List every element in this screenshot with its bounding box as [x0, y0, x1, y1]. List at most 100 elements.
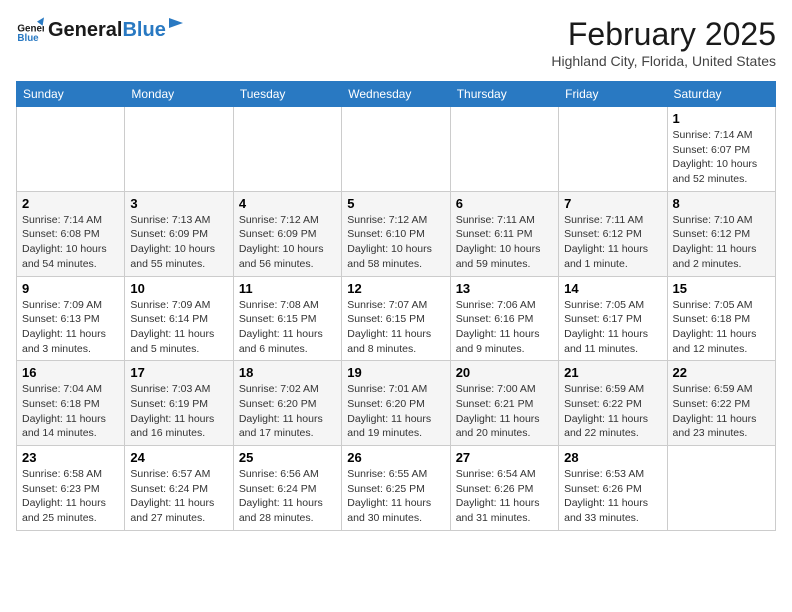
col-header-thursday: Thursday [450, 82, 558, 107]
day-info: Sunrise: 7:09 AM Sunset: 6:14 PM Dayligh… [130, 298, 227, 357]
day-number: 28 [564, 450, 661, 465]
day-cell: 11 Sunrise: 7:08 AM Sunset: 6:15 PM Dayli… [233, 276, 341, 361]
day-number: 11 [239, 281, 336, 296]
col-header-sunday: Sunday [17, 82, 125, 107]
day-cell [233, 107, 341, 192]
day-cell: 10 Sunrise: 7:09 AM Sunset: 6:14 PM Dayli… [125, 276, 233, 361]
day-info: Sunrise: 7:11 AM Sunset: 6:11 PM Dayligh… [456, 213, 553, 272]
day-number: 14 [564, 281, 661, 296]
day-info: Sunrise: 7:06 AM Sunset: 6:16 PM Dayligh… [456, 298, 553, 357]
day-cell: 21 Sunrise: 6:59 AM Sunset: 6:22 PM Dayli… [559, 361, 667, 446]
day-number: 4 [239, 196, 336, 211]
day-info: Sunrise: 7:14 AM Sunset: 6:07 PM Dayligh… [673, 128, 770, 187]
day-info: Sunrise: 7:13 AM Sunset: 6:09 PM Dayligh… [130, 213, 227, 272]
day-number: 16 [22, 365, 119, 380]
day-number: 2 [22, 196, 119, 211]
day-cell: 5 Sunrise: 7:12 AM Sunset: 6:10 PM Daylig… [342, 191, 450, 276]
day-cell: 2 Sunrise: 7:14 AM Sunset: 6:08 PM Daylig… [17, 191, 125, 276]
day-cell: 25 Sunrise: 6:56 AM Sunset: 6:24 PM Dayli… [233, 446, 341, 531]
day-cell: 22 Sunrise: 6:59 AM Sunset: 6:22 PM Dayli… [667, 361, 775, 446]
day-info: Sunrise: 6:56 AM Sunset: 6:24 PM Dayligh… [239, 467, 336, 526]
logo-general: General [48, 19, 122, 42]
day-info: Sunrise: 7:02 AM Sunset: 6:20 PM Dayligh… [239, 382, 336, 441]
day-info: Sunrise: 7:14 AM Sunset: 6:08 PM Dayligh… [22, 213, 119, 272]
day-number: 9 [22, 281, 119, 296]
day-number: 27 [456, 450, 553, 465]
day-cell [125, 107, 233, 192]
day-info: Sunrise: 6:59 AM Sunset: 6:22 PM Dayligh… [673, 382, 770, 441]
day-number: 17 [130, 365, 227, 380]
day-info: Sunrise: 7:04 AM Sunset: 6:18 PM Dayligh… [22, 382, 119, 441]
day-info: Sunrise: 7:05 AM Sunset: 6:17 PM Dayligh… [564, 298, 661, 357]
day-cell [559, 107, 667, 192]
day-number: 26 [347, 450, 444, 465]
day-cell: 12Sunrise: 7:07 AM Sunset: 6:15 PM Dayli… [342, 276, 450, 361]
day-info: Sunrise: 7:12 AM Sunset: 6:09 PM Dayligh… [239, 213, 336, 272]
week-row-4: 16 Sunrise: 7:04 AM Sunset: 6:18 PM Dayli… [17, 361, 776, 446]
day-info: Sunrise: 7:08 AM Sunset: 6:15 PM Dayligh… [239, 298, 336, 357]
day-info: Sunrise: 7:12 AM Sunset: 6:10 PM Dayligh… [347, 213, 444, 272]
day-info: Sunrise: 6:55 AM Sunset: 6:25 PM Dayligh… [347, 467, 444, 526]
title-block: February 2025 Highland City, Florida, Un… [551, 16, 776, 69]
logo-icon: General Blue [16, 16, 44, 44]
day-number: 21 [564, 365, 661, 380]
week-row-2: 2 Sunrise: 7:14 AM Sunset: 6:08 PM Daylig… [17, 191, 776, 276]
day-cell: 19 Sunrise: 7:01 AM Sunset: 6:20 PM Dayli… [342, 361, 450, 446]
day-number: 23 [22, 450, 119, 465]
day-info: Sunrise: 7:00 AM Sunset: 6:21 PM Dayligh… [456, 382, 553, 441]
day-cell [667, 446, 775, 531]
day-number: 18 [239, 365, 336, 380]
day-cell: 17 Sunrise: 7:03 AM Sunset: 6:19 PM Dayli… [125, 361, 233, 446]
day-cell: 20Sunrise: 7:00 AM Sunset: 6:21 PM Dayli… [450, 361, 558, 446]
day-info: Sunrise: 6:59 AM Sunset: 6:22 PM Dayligh… [564, 382, 661, 441]
month-title: February 2025 [551, 16, 776, 53]
day-cell: 9Sunrise: 7:09 AM Sunset: 6:13 PM Daylig… [17, 276, 125, 361]
day-number: 8 [673, 196, 770, 211]
day-number: 5 [347, 196, 444, 211]
day-number: 3 [130, 196, 227, 211]
day-number: 24 [130, 450, 227, 465]
day-info: Sunrise: 6:58 AM Sunset: 6:23 PM Dayligh… [22, 467, 119, 526]
day-number: 15 [673, 281, 770, 296]
day-info: Sunrise: 7:05 AM Sunset: 6:18 PM Dayligh… [673, 298, 770, 357]
day-cell: 15 Sunrise: 7:05 AM Sunset: 6:18 PM Dayli… [667, 276, 775, 361]
day-info: Sunrise: 6:53 AM Sunset: 6:26 PM Dayligh… [564, 467, 661, 526]
day-number: 7 [564, 196, 661, 211]
day-cell: 3 Sunrise: 7:13 AM Sunset: 6:09 PM Daylig… [125, 191, 233, 276]
day-number: 6 [456, 196, 553, 211]
day-cell: 23 Sunrise: 6:58 AM Sunset: 6:23 PM Dayli… [17, 446, 125, 531]
day-cell: 26 Sunrise: 6:55 AM Sunset: 6:25 PM Dayli… [342, 446, 450, 531]
calendar-header-row: SundayMondayTuesdayWednesdayThursdayFrid… [17, 82, 776, 107]
day-cell: 6 Sunrise: 7:11 AM Sunset: 6:11 PM Daylig… [450, 191, 558, 276]
day-info: Sunrise: 6:57 AM Sunset: 6:24 PM Dayligh… [130, 467, 227, 526]
page-header: General Blue GeneralBlue February 2025 H… [16, 16, 776, 69]
day-cell [450, 107, 558, 192]
day-cell: 8 Sunrise: 7:10 AM Sunset: 6:12 PM Daylig… [667, 191, 775, 276]
day-info: Sunrise: 7:07 AM Sunset: 6:15 PM Dayligh… [347, 298, 444, 357]
col-header-wednesday: Wednesday [342, 82, 450, 107]
location: Highland City, Florida, United States [551, 53, 776, 69]
day-cell: 24 Sunrise: 6:57 AM Sunset: 6:24 PM Dayli… [125, 446, 233, 531]
day-cell [17, 107, 125, 192]
day-number: 25 [239, 450, 336, 465]
day-number: 22 [673, 365, 770, 380]
day-info: Sunrise: 7:03 AM Sunset: 6:19 PM Dayligh… [130, 382, 227, 441]
day-number: 19 [347, 365, 444, 380]
day-cell: 14 Sunrise: 7:05 AM Sunset: 6:17 PM Dayli… [559, 276, 667, 361]
week-row-5: 23 Sunrise: 6:58 AM Sunset: 6:23 PM Dayli… [17, 446, 776, 531]
day-info: Sunrise: 7:11 AM Sunset: 6:12 PM Dayligh… [564, 213, 661, 272]
day-info: Sunrise: 7:01 AM Sunset: 6:20 PM Dayligh… [347, 382, 444, 441]
day-cell: 18 Sunrise: 7:02 AM Sunset: 6:20 PM Dayli… [233, 361, 341, 446]
day-info: Sunrise: 7:10 AM Sunset: 6:12 PM Dayligh… [673, 213, 770, 272]
week-row-3: 9Sunrise: 7:09 AM Sunset: 6:13 PM Daylig… [17, 276, 776, 361]
day-cell: 28 Sunrise: 6:53 AM Sunset: 6:26 PM Dayli… [559, 446, 667, 531]
day-cell: 1 Sunrise: 7:14 AM Sunset: 6:07 PM Daylig… [667, 107, 775, 192]
svg-text:Blue: Blue [17, 33, 39, 44]
logo-blue: Blue [122, 19, 165, 42]
col-header-saturday: Saturday [667, 82, 775, 107]
week-row-1: 1 Sunrise: 7:14 AM Sunset: 6:07 PM Daylig… [17, 107, 776, 192]
day-number: 1 [673, 111, 770, 126]
logo: General Blue GeneralBlue [16, 16, 187, 44]
logo-flag-icon [169, 18, 187, 36]
day-number: 10 [130, 281, 227, 296]
